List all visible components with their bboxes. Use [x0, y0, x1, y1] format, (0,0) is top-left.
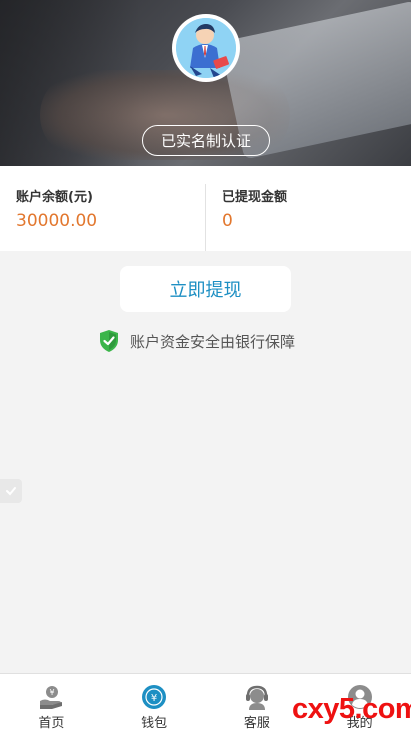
home-icon: ¥	[40, 686, 63, 709]
withdrawn-amount-label: 已提现金额	[222, 190, 288, 205]
account-balance-value: 30000.00	[16, 211, 98, 231]
floating-side-tab[interactable]	[0, 479, 22, 503]
shield-icon	[100, 330, 118, 352]
tab-wallet-label: 钱包	[141, 716, 168, 731]
safety-text: 账户资金安全由银行保障	[130, 332, 296, 351]
verified-badge: 已实名制认证	[142, 125, 270, 156]
avatar-image	[176, 18, 236, 78]
account-balance-label: 账户余额(元)	[16, 190, 93, 205]
check-icon	[6, 487, 16, 496]
withdraw-button[interactable]: 立即提现	[120, 266, 291, 312]
withdrawn-amount: 已提现金额 0	[205, 184, 411, 251]
balance-panel: 账户余额(元) 30000.00 已提现金额 0	[0, 166, 411, 251]
tab-wallet[interactable]: ¥ 钱包	[103, 674, 206, 731]
tab-home-label: 首页	[38, 716, 65, 731]
svg-text:¥: ¥	[151, 693, 157, 704]
avatar-person-icon	[176, 18, 236, 78]
tab-home[interactable]: ¥ 首页	[0, 674, 103, 731]
site-watermark: cxy5.com	[292, 693, 411, 725]
wallet-icon: ¥	[142, 685, 167, 709]
support-icon	[245, 685, 268, 710]
tab-support-label: 客服	[243, 716, 270, 731]
profile-header: 已实名制认证	[0, 0, 411, 166]
account-balance: 账户余额(元) 30000.00	[0, 166, 205, 251]
svg-text:¥: ¥	[50, 688, 55, 697]
withdrawn-amount-value: 0	[222, 211, 233, 231]
avatar[interactable]	[172, 14, 240, 82]
safety-note: 账户资金安全由银行保障	[98, 329, 295, 353]
